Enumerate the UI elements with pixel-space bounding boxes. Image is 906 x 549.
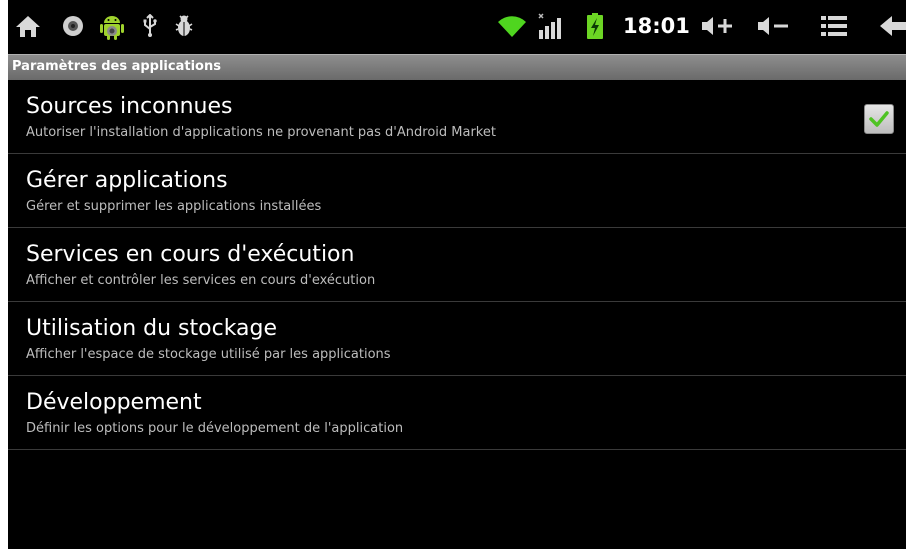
status-bar: 18:01 — [8, 0, 906, 52]
settings-list: Sources inconnues Autoriser l'installati… — [8, 80, 906, 450]
clock: 18:01 — [623, 14, 690, 38]
settings-item-summary: Définir les options pour le développemen… — [26, 421, 404, 436]
page-title: Paramètres des applications — [12, 59, 221, 74]
battery-charging-icon — [584, 12, 606, 40]
signal-icon — [534, 12, 568, 40]
settings-item-title: Services en cours d'exécution — [26, 242, 355, 267]
home-icon[interactable] — [12, 12, 44, 40]
settings-item-title: Utilisation du stockage — [26, 316, 278, 341]
webcam-icon — [60, 12, 86, 40]
device-bezel — [0, 0, 8, 549]
back-icon[interactable] — [878, 12, 906, 40]
volume-up-icon[interactable] — [698, 12, 736, 40]
settings-item-title: Sources inconnues — [26, 94, 233, 119]
settings-item-unknown-sources[interactable]: Sources inconnues Autoriser l'installati… — [8, 80, 906, 154]
settings-item-storage-use[interactable]: Utilisation du stockage Afficher l'espac… — [8, 302, 906, 376]
title-bar: Paramètres des applications — [8, 54, 906, 80]
volume-down-icon[interactable] — [754, 12, 792, 40]
unknown-sources-checkbox[interactable] — [864, 104, 894, 134]
bug-icon — [172, 12, 196, 40]
settings-item-manage-applications[interactable]: Gérer applications Gérer et supprimer le… — [8, 154, 906, 228]
settings-item-summary: Gérer et supprimer les applications inst… — [26, 199, 322, 214]
usb-icon — [140, 12, 160, 40]
android-debug-icon — [96, 12, 128, 40]
settings-item-summary: Autoriser l'installation d'applications … — [26, 125, 496, 140]
settings-item-title: Développement — [26, 390, 202, 415]
menu-icon[interactable] — [818, 12, 850, 40]
settings-item-development[interactable]: Développement Définir les options pour l… — [8, 376, 906, 450]
device-frame: 18:01 Paramètres des applications Source… — [0, 0, 906, 549]
settings-item-running-services[interactable]: Services en cours d'exécution Afficher e… — [8, 228, 906, 302]
settings-item-summary: Afficher et contrôler les services en co… — [26, 273, 376, 288]
screen: 18:01 Paramètres des applications Source… — [8, 0, 906, 549]
settings-item-summary: Afficher l'espace de stockage utilisé pa… — [26, 347, 391, 362]
checkmark-icon — [869, 111, 889, 127]
wifi-icon — [494, 12, 530, 40]
settings-item-title: Gérer applications — [26, 168, 228, 193]
